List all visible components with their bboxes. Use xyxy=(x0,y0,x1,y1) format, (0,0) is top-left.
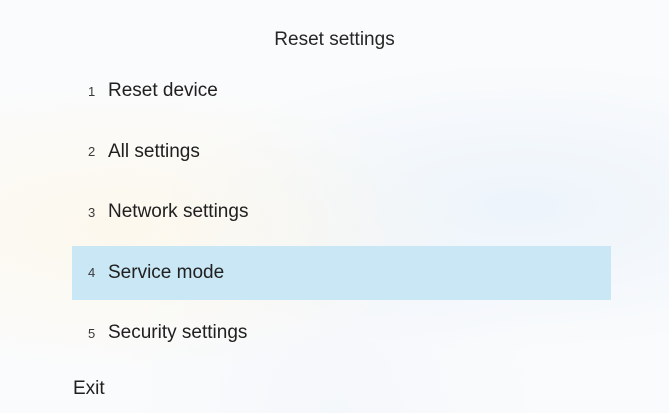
exit-button[interactable]: Exit xyxy=(73,378,105,400)
menu-item-security-settings[interactable]: 5 Security settings xyxy=(72,306,611,360)
menu-item-label: Security settings xyxy=(108,322,248,343)
page-title: Reset settings xyxy=(274,29,395,50)
reset-options-menu: 1 Reset device 2 All settings 3 Network … xyxy=(72,64,611,367)
menu-item-label: Service mode xyxy=(108,261,225,283)
menu-item-number: 3 xyxy=(88,204,96,220)
menu-item-label: Reset device xyxy=(108,80,218,101)
menu-item-network-settings[interactable]: 3 Network settings xyxy=(72,185,611,239)
menu-item-all-settings[interactable]: 2 All settings xyxy=(72,125,611,179)
menu-item-label: Network settings xyxy=(108,201,249,222)
menu-item-number: 1 xyxy=(88,83,96,99)
menu-item-number: 5 xyxy=(88,325,96,341)
menu-item-label: All settings xyxy=(108,140,200,162)
menu-item-number: 4 xyxy=(88,265,96,280)
menu-item-number: 2 xyxy=(88,144,96,159)
menu-item-service-mode[interactable]: 4 Service mode xyxy=(72,245,611,300)
menu-item-reset-device[interactable]: 1 Reset device xyxy=(72,64,611,118)
